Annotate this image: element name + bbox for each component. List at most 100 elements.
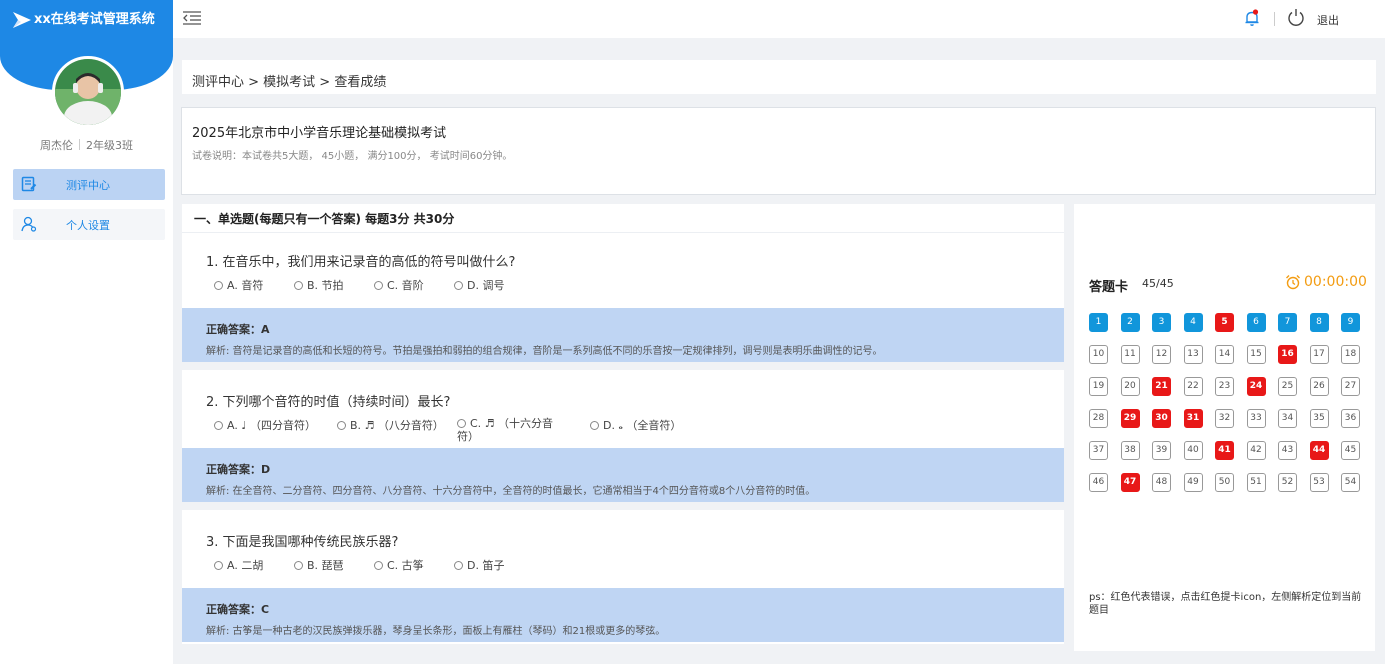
answer-card-cell-13[interactable]: 13 xyxy=(1183,345,1203,364)
answer-card-cell-29[interactable]: 29 xyxy=(1120,409,1140,428)
answer-card-cell-50[interactable]: 50 xyxy=(1215,473,1234,492)
option-d[interactable]: D. 笛子 xyxy=(454,557,504,573)
question-gap xyxy=(182,502,1064,510)
answer-card-cell-35[interactable]: 35 xyxy=(1309,409,1329,428)
section-divider xyxy=(182,232,1064,233)
answer-card-cell-45[interactable]: 45 xyxy=(1341,441,1360,460)
answer-card-cell-38[interactable]: 38 xyxy=(1120,441,1140,460)
explanation-text: 解析: 在全音符、二分音符、四分音符、八分音符、十六分音符中，全音符的时值最长，… xyxy=(206,486,816,497)
answer-card-cell-42[interactable]: 42 xyxy=(1246,441,1266,460)
answer-card-cell-9[interactable]: 9 xyxy=(1341,313,1360,332)
avatar[interactable] xyxy=(52,56,124,128)
answer-card-cell-3[interactable]: 3 xyxy=(1152,313,1171,332)
nav-item-assessment-center[interactable]: 测评中心 xyxy=(13,169,165,200)
explanation-text: 解析: 音符是记录音的高低和长短的符号。节拍是强拍和弱拍的组合规律，音阶是一系列… xyxy=(206,346,883,357)
answer-card-cell-21[interactable]: 21 xyxy=(1152,377,1171,396)
option-b[interactable]: B. 琵琶 xyxy=(294,557,344,573)
answer-card-cell-17[interactable]: 17 xyxy=(1309,345,1329,364)
answer-explanation: 正确答案：A 解析: 音符是记录音的高低和长短的符号。节拍是强拍和弱拍的组合规律… xyxy=(182,308,1064,362)
answer-card-cell-44[interactable]: 44 xyxy=(1309,441,1329,460)
answer-card-cell-20[interactable]: 20 xyxy=(1120,377,1140,396)
correct-answer: 正确答案：D xyxy=(206,463,271,476)
option-label: C. 音阶 xyxy=(387,279,424,292)
answer-card-cell-4[interactable]: 4 xyxy=(1183,313,1203,332)
user-name: 周杰伦 xyxy=(40,139,73,152)
answer-card-cell-31[interactable]: 31 xyxy=(1183,409,1203,428)
option-label: A. ♩ （四分音符） xyxy=(227,419,317,432)
answer-card-cell-25[interactable]: 25 xyxy=(1278,377,1297,396)
radio-icon xyxy=(214,561,223,570)
answer-card-cell-36[interactable]: 36 xyxy=(1341,409,1360,428)
question-text: 3. 下面是我国哪种传统民族乐器? xyxy=(206,535,399,550)
option-a[interactable]: A. ♩ （四分音符） xyxy=(214,417,316,433)
answer-card-cell-39[interactable]: 39 xyxy=(1152,441,1171,460)
answer-card-cell-41[interactable]: 41 xyxy=(1215,441,1234,460)
power-icon[interactable] xyxy=(1287,8,1305,26)
answer-card-cell-53[interactable]: 53 xyxy=(1309,473,1329,492)
answer-card-cell-52[interactable]: 52 xyxy=(1278,473,1297,492)
user-info: 周杰伦 2年级3班 xyxy=(0,137,173,153)
option-a[interactable]: A. 音符 xyxy=(214,277,263,293)
answer-card-cell-16[interactable]: 16 xyxy=(1278,345,1297,364)
answer-card-cell-8[interactable]: 8 xyxy=(1309,313,1329,332)
option-c[interactable]: C. 音阶 xyxy=(374,277,424,293)
answer-card-cell-27[interactable]: 27 xyxy=(1341,377,1360,396)
user-class: 2年级3班 xyxy=(86,139,133,152)
app-title: xx在线考试管理系统 xyxy=(34,12,155,27)
answer-card-cell-37[interactable]: 37 xyxy=(1089,441,1108,460)
answer-card-cell-6[interactable]: 6 xyxy=(1246,313,1266,332)
option-d[interactable]: D. 𝅝 （全音符） xyxy=(590,417,681,433)
notification-bell-icon[interactable] xyxy=(1244,9,1260,27)
answer-card-cell-18[interactable]: 18 xyxy=(1341,345,1360,364)
edit-note-icon xyxy=(21,176,37,192)
alarm-clock-icon xyxy=(1286,275,1300,290)
answer-card-cell-49[interactable]: 49 xyxy=(1183,473,1203,492)
answer-card-cell-34[interactable]: 34 xyxy=(1278,409,1297,428)
answer-card-cell-26[interactable]: 26 xyxy=(1309,377,1329,396)
correct-answer: 正确答案：A xyxy=(206,323,270,336)
answer-card-cell-32[interactable]: 32 xyxy=(1215,409,1234,428)
answer-card-cell-47[interactable]: 47 xyxy=(1120,473,1140,492)
answer-card-cell-48[interactable]: 48 xyxy=(1152,473,1171,492)
answer-card-cell-7[interactable]: 7 xyxy=(1278,313,1297,332)
answer-card-cell-10[interactable]: 10 xyxy=(1089,345,1108,364)
answer-card-cell-14[interactable]: 14 xyxy=(1215,345,1234,364)
option-b[interactable]: B. 节拍 xyxy=(294,277,344,293)
answer-card-cell-43[interactable]: 43 xyxy=(1278,441,1297,460)
option-b[interactable]: B. ♬ （八分音符） xyxy=(337,417,444,433)
nav-item-personal-settings[interactable]: 个人设置 xyxy=(13,209,165,240)
answer-card-cell-11[interactable]: 11 xyxy=(1120,345,1140,364)
answer-explanation: 正确答案：C 解析: 古筝是一种古老的汉民族弹拨乐器，琴身呈长条形，面板上有雁柱… xyxy=(182,588,1064,642)
answer-card-cell-40[interactable]: 40 xyxy=(1183,441,1203,460)
answer-card-cell-51[interactable]: 51 xyxy=(1246,473,1266,492)
answer-card-note: ps：红色代表错误，点击红色提卡icon，左侧解析定位到当前题目 xyxy=(1089,592,1362,616)
questions-panel: 一、单选题(每题只有一个答案) 每题3分 共30分 1. 在音乐中，我们用来记录… xyxy=(182,204,1064,644)
answer-card-cell-23[interactable]: 23 xyxy=(1215,377,1234,396)
answer-card-cell-30[interactable]: 30 xyxy=(1152,409,1171,428)
answer-card-cell-33[interactable]: 33 xyxy=(1246,409,1266,428)
logout-button[interactable]: 退出 xyxy=(1317,12,1339,28)
exam-timer: 00:00:00 xyxy=(1304,274,1367,290)
brand-logo-icon xyxy=(13,12,31,28)
option-c[interactable]: C. ♬ （十六分音符） xyxy=(457,417,567,443)
radio-icon xyxy=(454,281,463,290)
radio-icon xyxy=(294,281,303,290)
answer-card-cell-54[interactable]: 54 xyxy=(1341,473,1360,492)
answer-card-cell-28[interactable]: 28 xyxy=(1089,409,1108,428)
answer-card-cell-1[interactable]: 1 xyxy=(1089,313,1108,332)
answer-card-cell-22[interactable]: 22 xyxy=(1183,377,1203,396)
answer-card-cell-15[interactable]: 15 xyxy=(1246,345,1266,364)
answer-card-cell-19[interactable]: 19 xyxy=(1089,377,1108,396)
answer-card-cell-46[interactable]: 46 xyxy=(1089,473,1108,492)
option-label: A. 二胡 xyxy=(227,559,264,572)
radio-icon xyxy=(337,421,346,430)
option-d[interactable]: D. 调号 xyxy=(454,277,504,293)
menu-collapse-icon[interactable] xyxy=(182,10,202,26)
answer-card-cell-5[interactable]: 5 xyxy=(1215,313,1234,332)
option-a[interactable]: A. 二胡 xyxy=(214,557,263,573)
answer-card-cell-12[interactable]: 12 xyxy=(1152,345,1171,364)
answer-card-cell-24[interactable]: 24 xyxy=(1246,377,1266,396)
question-text: 2. 下列哪个音符的时值（持续时间）最长? xyxy=(206,395,451,410)
answer-card-cell-2[interactable]: 2 xyxy=(1120,313,1140,332)
option-c[interactable]: C. 古筝 xyxy=(374,557,424,573)
